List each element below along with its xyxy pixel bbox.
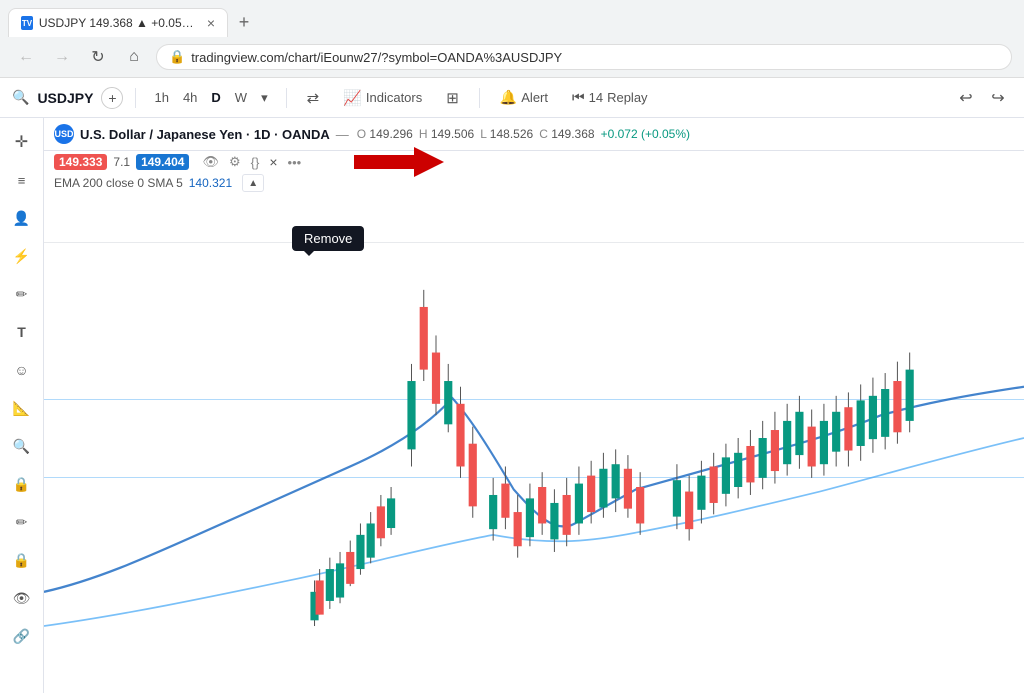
back-button[interactable]: ← bbox=[12, 43, 40, 71]
sidebar-zoom[interactable]: 🔍 bbox=[6, 430, 38, 462]
replay-count: 14 bbox=[589, 90, 603, 105]
sidebar-indicator[interactable]: ⚡ bbox=[6, 240, 38, 272]
indicators-icon: 📈 bbox=[343, 89, 362, 107]
candlestick-chart bbox=[44, 193, 1024, 683]
tf-D[interactable]: D bbox=[205, 87, 226, 108]
indicator-row-1: 149.333 7.1 149.404 Remove 👁 ⚙ {} × ••• bbox=[44, 151, 1024, 173]
lock-icon: 🔒 bbox=[169, 49, 185, 65]
replay-label: Replay bbox=[607, 90, 647, 105]
candles-left bbox=[310, 487, 395, 626]
tf-dropdown[interactable]: ▾ bbox=[255, 87, 274, 109]
candles-peak bbox=[407, 290, 476, 518]
replay-button[interactable]: ⏮ 14 Replay bbox=[564, 85, 656, 110]
price-badge-red: 149.333 bbox=[54, 154, 107, 170]
timeframe-selector[interactable]: 1h 4h D W ▾ bbox=[148, 87, 273, 109]
candles-right bbox=[673, 353, 914, 541]
tf-W[interactable]: W bbox=[229, 87, 253, 108]
ohlc-info: O 149.296 H 149.506 L 148.526 C 149.368 … bbox=[357, 127, 690, 141]
separator-2 bbox=[286, 88, 287, 108]
sidebar-lock[interactable]: 🔒 bbox=[6, 544, 38, 576]
symbol-label[interactable]: USDJPY bbox=[37, 90, 93, 106]
chevron-up-btn[interactable]: ▲ bbox=[242, 174, 264, 192]
sidebar-emoji[interactable]: ☺ bbox=[6, 354, 38, 386]
replay-icon: ⏮ bbox=[572, 89, 585, 106]
ohlc-h: H 149.506 bbox=[419, 127, 474, 141]
indicator-code-btn[interactable]: {} bbox=[248, 154, 263, 171]
separator-1 bbox=[135, 88, 136, 108]
main-content: ✛ ≡ 👤 ⚡ ✏ T ☺ 📐 🔍 🔒 ✏ 🔒 👁 🔗 USD U.S. Dol… bbox=[0, 118, 1024, 693]
price-badge-blue: 149.404 bbox=[136, 154, 189, 170]
chart-canvas[interactable] bbox=[44, 193, 1024, 683]
symbol-logo: USD bbox=[54, 124, 74, 144]
chart-header: USD U.S. Dollar / Japanese Yen · 1D · OA… bbox=[44, 118, 1024, 151]
add-symbol-button[interactable]: + bbox=[101, 87, 123, 109]
tab-title: USDJPY 149.368 ▲ +0.05% Mul... bbox=[39, 16, 197, 30]
sidebar-annotation[interactable]: ✏ bbox=[6, 506, 38, 538]
templates-icon: ⊞ bbox=[446, 89, 459, 107]
alert-button[interactable]: 🔔 Alert bbox=[492, 85, 556, 110]
forward-button[interactable]: → bbox=[48, 43, 76, 71]
separator-3 bbox=[479, 88, 480, 108]
alert-label: Alert bbox=[521, 90, 548, 105]
symbol-dash: — bbox=[336, 127, 349, 142]
ema-label: EMA 200 close 0 SMA 5 bbox=[54, 176, 183, 190]
tab-favicon: TV bbox=[21, 16, 33, 30]
redo-button[interactable]: ↪ bbox=[984, 84, 1012, 112]
tab-close-btn[interactable]: × bbox=[207, 15, 215, 31]
red-arrow bbox=[354, 147, 444, 180]
ohlc-c: C 149.368 bbox=[539, 127, 594, 141]
new-tab-button[interactable]: + bbox=[232, 11, 256, 35]
ema-value: 140.321 bbox=[189, 176, 232, 190]
compare-icon: ⇄ bbox=[307, 89, 320, 107]
sidebar-text[interactable]: T bbox=[6, 316, 38, 348]
indicator-remove-btn[interactable]: × bbox=[266, 153, 280, 171]
left-sidebar: ✛ ≡ 👤 ⚡ ✏ T ☺ 📐 🔍 🔒 ✏ 🔒 👁 🔗 bbox=[0, 118, 44, 693]
chart-area[interactable]: USD U.S. Dollar / Japanese Yen · 1D · OA… bbox=[44, 118, 1024, 693]
indicator-val: 7.1 bbox=[113, 155, 130, 169]
sidebar-crosshair[interactable]: ✛ bbox=[6, 126, 38, 158]
ohlc-o: O 149.296 bbox=[357, 127, 413, 141]
address-text: tradingview.com/chart/iEounw27/?symbol=O… bbox=[191, 50, 562, 65]
ohlc-change: +0.072 (+0.05%) bbox=[601, 127, 690, 141]
sidebar-pen[interactable]: ✏ bbox=[6, 278, 38, 310]
ohlc-l: L 148.526 bbox=[480, 127, 533, 141]
home-button[interactable]: ⌂ bbox=[120, 43, 148, 71]
browser-tab[interactable]: TV USDJPY 149.368 ▲ +0.05% Mul... × bbox=[8, 8, 228, 37]
alert-icon: 🔔 bbox=[500, 89, 517, 106]
indicator-controls-1: 👁 ⚙ {} × ••• bbox=[199, 153, 304, 171]
tf-1h[interactable]: 1h bbox=[148, 87, 174, 108]
refresh-button[interactable]: ↻ bbox=[84, 43, 112, 71]
indicators-button[interactable]: 📈 Indicators bbox=[335, 85, 430, 111]
indicators-label: Indicators bbox=[366, 90, 422, 105]
sidebar-ruler[interactable]: 📐 bbox=[6, 392, 38, 424]
tv-toolbar: 🔍 USDJPY + 1h 4h D W ▾ ⇄ 📈 Indicators ⊞ … bbox=[0, 78, 1024, 118]
indicator-settings-btn[interactable]: ⚙ bbox=[226, 153, 244, 171]
sidebar-profile[interactable]: 👤 bbox=[6, 202, 38, 234]
sidebar-eye[interactable]: 👁 bbox=[6, 582, 38, 614]
sidebar-link[interactable]: 🔗 bbox=[6, 620, 38, 652]
address-bar[interactable]: 🔒 tradingview.com/chart/iEounw27/?symbol… bbox=[156, 44, 1012, 70]
candles-mid bbox=[489, 449, 644, 557]
indicator-more-btn[interactable]: ••• bbox=[285, 154, 305, 171]
symbol-info: USD U.S. Dollar / Japanese Yen · 1D · OA… bbox=[54, 124, 349, 144]
sidebar-magnet[interactable]: 🔒 bbox=[6, 468, 38, 500]
indicator-row-2: EMA 200 close 0 SMA 5 140.321 ▲ bbox=[44, 173, 1024, 193]
toolbar-right: ↩ ↪ bbox=[952, 84, 1012, 112]
remove-popup: Remove bbox=[292, 226, 364, 251]
sidebar-bars[interactable]: ≡ bbox=[6, 164, 38, 196]
search-icon: 🔍 bbox=[12, 89, 29, 106]
tf-4h[interactable]: 4h bbox=[177, 87, 203, 108]
indicator-eye-btn[interactable]: 👁 bbox=[199, 153, 222, 171]
templates-button[interactable]: ⊞ bbox=[438, 85, 467, 111]
compare-button[interactable]: ⇄ bbox=[299, 85, 328, 111]
symbol-full-name: U.S. Dollar / Japanese Yen · 1D · OANDA bbox=[80, 127, 330, 142]
undo-button[interactable]: ↩ bbox=[952, 84, 980, 112]
